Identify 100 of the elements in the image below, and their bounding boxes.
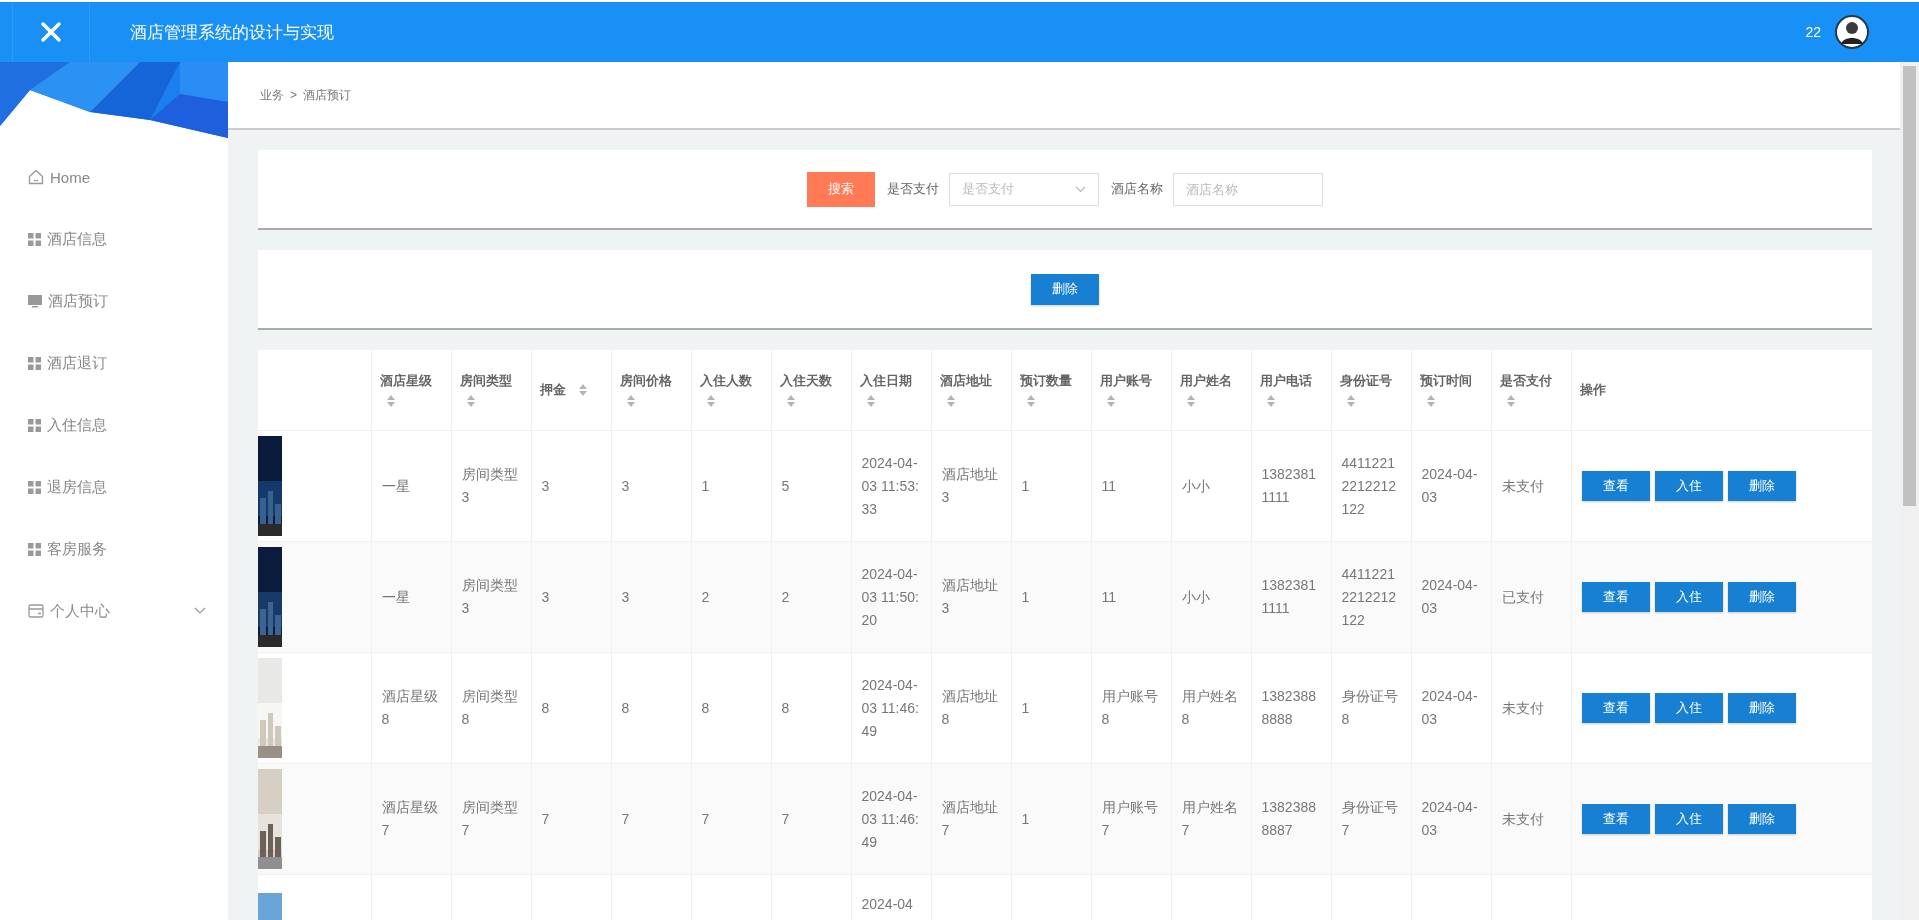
table-cell: 2 bbox=[701, 588, 710, 605]
table-cell: 44112212212212122 bbox=[1341, 454, 1396, 517]
sort-icon[interactable] bbox=[945, 394, 956, 408]
table-cell: 酒店星级8 bbox=[381, 688, 438, 727]
row-action-button[interactable]: 删除 bbox=[1727, 804, 1796, 834]
column-header[interactable]: 酒店星级 bbox=[379, 372, 432, 390]
sort-icon[interactable] bbox=[1345, 394, 1356, 408]
column-header[interactable]: 操作 bbox=[1579, 381, 1606, 399]
table-cell: 酒店星级7 bbox=[381, 799, 438, 838]
column-header[interactable]: 用户账号 bbox=[1099, 372, 1152, 390]
scrollbar-thumb[interactable] bbox=[1903, 66, 1916, 506]
table-cell: 7 bbox=[781, 810, 790, 827]
sidebar-item[interactable]: 酒店信息 bbox=[0, 208, 228, 270]
sort-icon[interactable] bbox=[577, 383, 588, 397]
row-action-button[interactable]: 查看 bbox=[1581, 582, 1650, 612]
sidebar-item[interactable]: 酒店预订 bbox=[0, 270, 228, 332]
table-cell: 酒店地址7 bbox=[941, 799, 998, 838]
table-cell: 用户姓名8 bbox=[1181, 688, 1238, 727]
table-cell: 酒店地址3 bbox=[941, 577, 998, 616]
sidebar-item[interactable]: 入住信息 bbox=[0, 394, 228, 456]
home-icon bbox=[28, 169, 44, 185]
column-header[interactable]: 用户姓名 bbox=[1179, 372, 1232, 390]
table-cell: 13823811111 bbox=[1261, 466, 1316, 505]
table-cell: 小小 bbox=[1181, 477, 1210, 494]
column-header[interactable]: 房间价格 bbox=[619, 372, 672, 390]
column-header[interactable]: 房间类型 bbox=[459, 372, 512, 390]
table-cell: 酒店地址8 bbox=[941, 688, 998, 727]
hotel-name-input[interactable]: 酒店名称 bbox=[1173, 172, 1323, 206]
grid-icon bbox=[28, 542, 41, 556]
sort-icon[interactable] bbox=[625, 394, 636, 408]
sort-icon[interactable] bbox=[1105, 394, 1116, 408]
table-cell: 13823811111 bbox=[1261, 577, 1316, 616]
search-button[interactable]: 搜索 bbox=[807, 171, 875, 207]
sort-icon[interactable] bbox=[705, 394, 716, 408]
sidebar-item[interactable]: Home bbox=[0, 146, 228, 208]
row-action-button[interactable]: 删除 bbox=[1727, 693, 1796, 723]
table-cell: 7 bbox=[701, 810, 710, 827]
column-header[interactable]: 预订数量 bbox=[1019, 372, 1072, 390]
grid-icon bbox=[28, 356, 41, 370]
sort-icon[interactable] bbox=[865, 394, 876, 408]
table-cell: 房间类型8 bbox=[461, 688, 518, 727]
table-cell: 11 bbox=[1101, 477, 1117, 494]
sidebar-item[interactable]: 退房信息 bbox=[0, 456, 228, 518]
sort-icon[interactable] bbox=[465, 394, 476, 408]
monitor-icon bbox=[28, 294, 42, 308]
column-header[interactable]: 入住天数 bbox=[779, 372, 832, 390]
table-cell: 13823888887 bbox=[1261, 799, 1316, 838]
username[interactable]: 22 bbox=[1805, 24, 1821, 40]
table-cell: 1 bbox=[1021, 477, 1030, 494]
sidebar-item[interactable]: 客房服务 bbox=[0, 518, 228, 580]
sidebar-item[interactable]: 酒店退订 bbox=[0, 332, 228, 394]
field-label: 酒店名称 bbox=[1111, 180, 1163, 198]
table-cell: 8 bbox=[781, 699, 790, 716]
row-action-button[interactable]: 删除 bbox=[1727, 471, 1796, 501]
column-header[interactable]: 入住人数 bbox=[699, 372, 752, 390]
sort-icon[interactable] bbox=[1425, 394, 1436, 408]
row-action-button[interactable]: 删除 bbox=[1727, 582, 1796, 612]
column-header[interactable]: 用户电话 bbox=[1259, 372, 1312, 390]
delete-button[interactable]: 删除 bbox=[1031, 273, 1099, 305]
table-cell: 用户账号8 bbox=[1101, 688, 1158, 727]
sort-icon[interactable] bbox=[1025, 394, 1036, 408]
column-header[interactable]: 酒店地址 bbox=[939, 372, 992, 390]
chevron-icon bbox=[1075, 185, 1086, 193]
row-action-button[interactable]: 入住 bbox=[1654, 471, 1723, 501]
table-cell: 房间类型3 bbox=[461, 466, 518, 505]
table-cell: 2024-04-03 11:53:33 bbox=[861, 454, 919, 517]
breadcrumb-link[interactable]: 业务 bbox=[260, 86, 284, 104]
table-cell: 未支付 bbox=[1501, 699, 1544, 716]
column-header[interactable]: 押金 bbox=[539, 381, 566, 399]
sort-icon[interactable] bbox=[385, 394, 396, 408]
column-header[interactable]: 预订时间 bbox=[1419, 372, 1472, 390]
table-cell: 1 bbox=[1021, 810, 1030, 827]
table-cell: 1 bbox=[701, 477, 710, 494]
avatar-icon[interactable] bbox=[1835, 15, 1869, 49]
table-cell: 2024-04-03 11:50:20 bbox=[861, 565, 919, 628]
table-cell: 2024-04-03 11:46:49 bbox=[861, 676, 919, 739]
sort-icon[interactable] bbox=[1265, 394, 1276, 408]
row-action-button[interactable]: 查看 bbox=[1581, 804, 1650, 834]
row-action-button[interactable]: 查看 bbox=[1581, 693, 1650, 723]
column-header[interactable]: 身份证号 bbox=[1339, 372, 1392, 390]
table-cell: 8 bbox=[621, 699, 630, 716]
column-header[interactable]: 是否支付 bbox=[1499, 372, 1552, 390]
row-action-button[interactable]: 查看 bbox=[1581, 471, 1650, 501]
table-cell: 2024-04-03 bbox=[1421, 799, 1478, 838]
row-action-button[interactable]: 入住 bbox=[1654, 804, 1723, 834]
row-action-button[interactable]: 入住 bbox=[1654, 582, 1723, 612]
table-cell: 11 bbox=[1101, 588, 1117, 605]
sidebar-item[interactable]: 个人中心 bbox=[0, 580, 228, 642]
sort-icon[interactable] bbox=[785, 394, 796, 408]
column-header[interactable]: 入住日期 bbox=[859, 372, 912, 390]
table-cell: 1 bbox=[1021, 588, 1030, 605]
sort-icon[interactable] bbox=[1185, 394, 1196, 408]
table-cell: 一星 bbox=[381, 477, 410, 494]
row-action-button[interactable]: 入住 bbox=[1654, 693, 1723, 723]
grid-icon bbox=[28, 418, 41, 432]
table-cell: 2024-04-03 bbox=[1421, 577, 1478, 616]
table-cell: 2024-04-03 11:46:49 bbox=[861, 787, 919, 850]
breadcrumb-link[interactable]: 酒店预订 bbox=[303, 86, 351, 104]
sort-icon[interactable] bbox=[1505, 394, 1516, 408]
scrollbar[interactable] bbox=[1900, 62, 1919, 920]
